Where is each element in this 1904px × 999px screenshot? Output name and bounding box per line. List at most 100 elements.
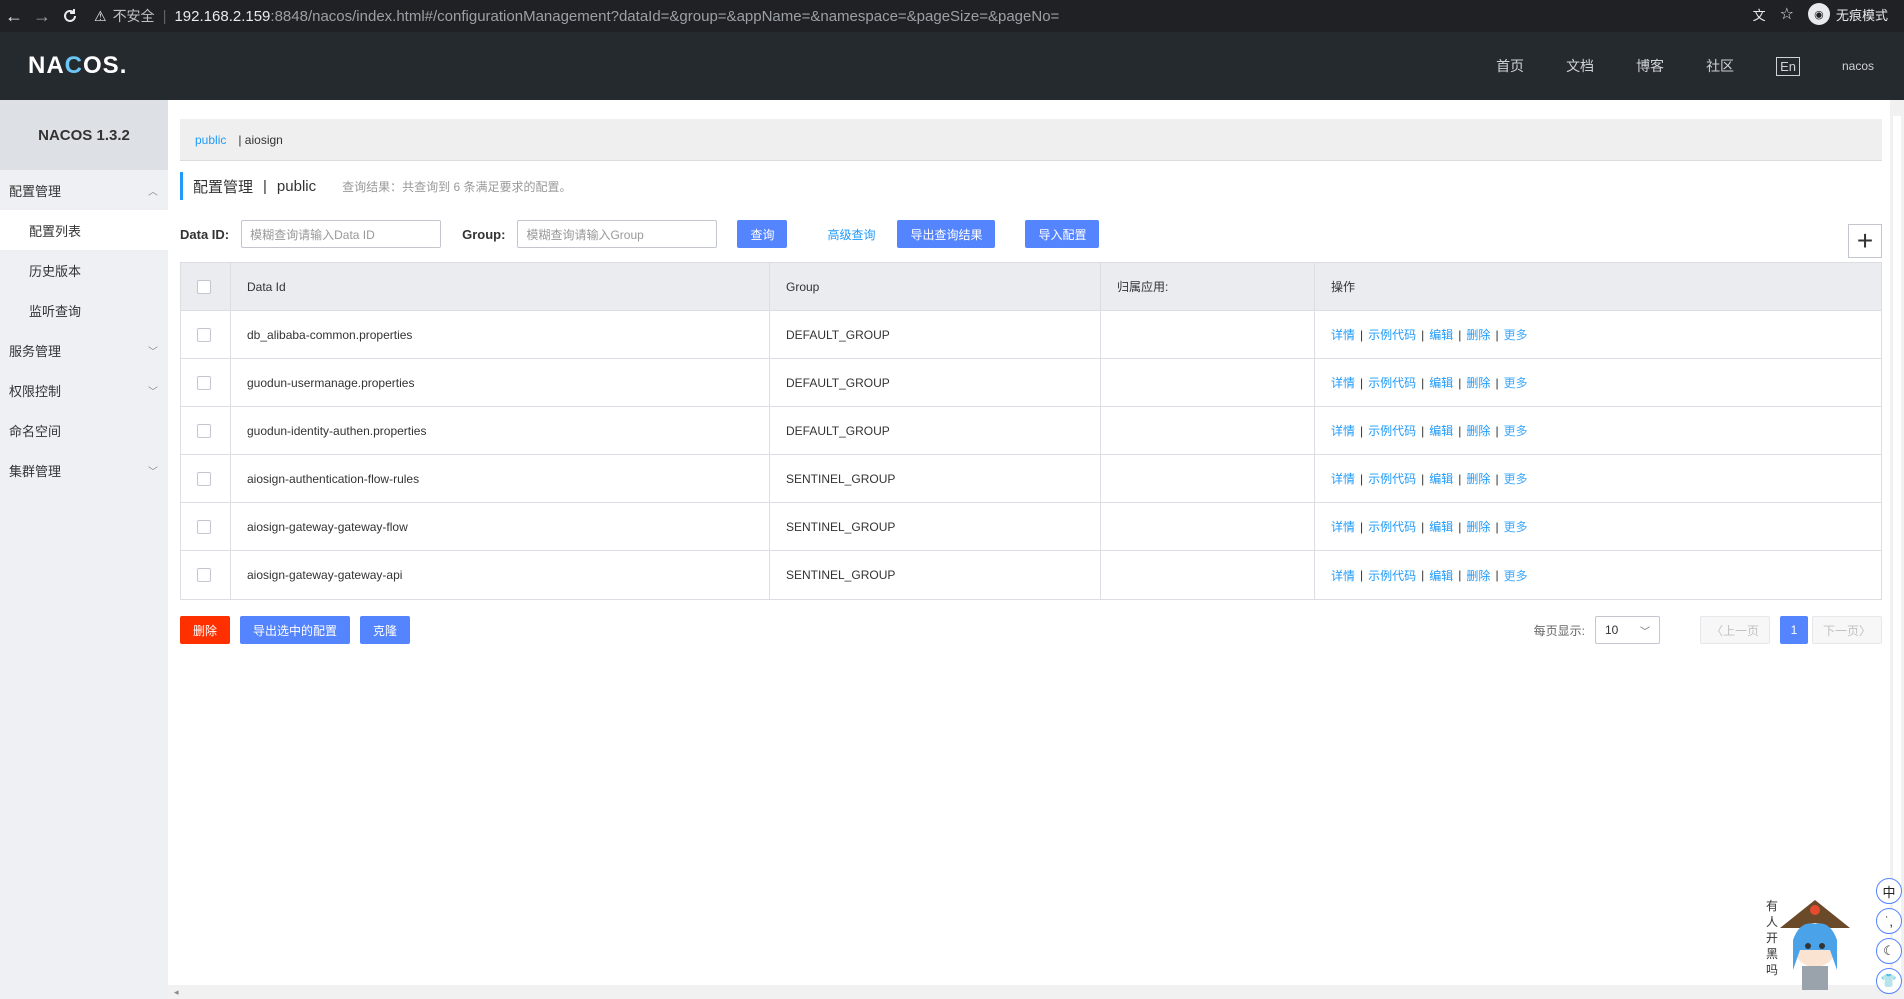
edit-link[interactable]: 编辑 bbox=[1429, 567, 1453, 584]
cell-app bbox=[1101, 455, 1315, 502]
header-ops: 操作 bbox=[1331, 280, 1356, 294]
row-checkbox[interactable] bbox=[197, 375, 211, 390]
data-id-input[interactable]: 模糊查询请输入Data ID bbox=[241, 220, 442, 248]
punctuation-icon[interactable]: ˙, bbox=[1876, 908, 1902, 934]
op-separator: | bbox=[1495, 375, 1499, 390]
language-toggle[interactable]: En bbox=[1776, 56, 1800, 76]
delete-link[interactable]: 删除 bbox=[1466, 567, 1490, 584]
menu-namespace[interactable]: 命名空间 bbox=[0, 410, 168, 450]
sample-code-link[interactable]: 示例代码 bbox=[1368, 326, 1416, 343]
menu-access-control[interactable]: 权限控制 ﹀ bbox=[0, 370, 168, 410]
user-menu[interactable]: nacos bbox=[1842, 59, 1874, 73]
cell-data-id: aiosign-gateway-gateway-flow bbox=[231, 503, 770, 550]
table-header: Data Id Group 归属应用: 操作 bbox=[181, 263, 1881, 311]
group-input[interactable]: 模糊查询请输入Group bbox=[517, 220, 718, 248]
shirt-icon[interactable]: 👕 bbox=[1876, 968, 1902, 994]
import-config-button[interactable]: 导入配置 bbox=[1025, 220, 1100, 248]
sample-code-link[interactable]: 示例代码 bbox=[1368, 470, 1416, 487]
row-checkbox[interactable] bbox=[197, 519, 211, 534]
row-checkbox[interactable] bbox=[197, 471, 211, 486]
sample-code-link[interactable]: 示例代码 bbox=[1368, 374, 1416, 391]
nav-home[interactable]: 首页 bbox=[1496, 56, 1524, 76]
detail-link[interactable]: 详情 bbox=[1331, 374, 1355, 391]
menu-config-list[interactable]: 配置列表 bbox=[0, 210, 168, 250]
page-1-button[interactable]: 1 bbox=[1779, 616, 1808, 644]
delete-link[interactable]: 删除 bbox=[1466, 326, 1490, 343]
detail-link[interactable]: 详情 bbox=[1331, 567, 1355, 584]
horizontal-scrollbar[interactable]: ◂ bbox=[168, 985, 1890, 999]
detail-link[interactable]: 详情 bbox=[1331, 326, 1355, 343]
prev-page-button[interactable]: 〈上一页 bbox=[1699, 616, 1770, 644]
edit-link[interactable]: 编辑 bbox=[1429, 518, 1453, 535]
delete-link[interactable]: 删除 bbox=[1466, 374, 1490, 391]
edit-link[interactable]: 编辑 bbox=[1429, 326, 1453, 343]
menu-config-management[interactable]: 配置管理 ︿ bbox=[0, 170, 168, 210]
edit-link[interactable]: 编辑 bbox=[1429, 374, 1453, 391]
vertical-scrollbar[interactable] bbox=[1890, 100, 1904, 999]
menu-service-management[interactable]: 服务管理 ﹀ bbox=[0, 330, 168, 370]
op-separator: | bbox=[1495, 423, 1499, 438]
op-separator: | bbox=[1458, 327, 1462, 342]
next-page-button[interactable]: 下一页〉 bbox=[1811, 616, 1882, 644]
edit-link[interactable]: 编辑 bbox=[1429, 470, 1453, 487]
delete-selected-button[interactable]: 删除 bbox=[180, 616, 230, 644]
delete-link[interactable]: 删除 bbox=[1466, 422, 1490, 439]
more-link[interactable]: 更多 bbox=[1504, 422, 1528, 439]
back-icon[interactable]: ← bbox=[0, 2, 28, 30]
more-link[interactable]: 更多 bbox=[1504, 326, 1528, 343]
advanced-query-link[interactable]: 高级查询 bbox=[827, 226, 875, 243]
sample-code-link[interactable]: 示例代码 bbox=[1368, 567, 1416, 584]
scrollbar-thumb[interactable] bbox=[1893, 116, 1901, 976]
edit-link[interactable]: 编辑 bbox=[1429, 422, 1453, 439]
nav-community[interactable]: 社区 bbox=[1706, 56, 1734, 76]
page-title-text: 配置管理 bbox=[193, 178, 254, 196]
nav-blog[interactable]: 博客 bbox=[1636, 56, 1664, 76]
query-button[interactable]: 查询 bbox=[737, 220, 788, 248]
detail-link[interactable]: 详情 bbox=[1331, 518, 1355, 535]
more-link[interactable]: 更多 bbox=[1504, 518, 1528, 535]
export-selected-button[interactable]: 导出选中的配置 bbox=[240, 616, 350, 644]
page-size-select[interactable]: 10 ﹀ bbox=[1594, 616, 1660, 644]
nav-docs[interactable]: 文档 bbox=[1566, 56, 1594, 76]
menu-history[interactable]: 历史版本 bbox=[0, 250, 168, 290]
row-checkbox[interactable] bbox=[197, 327, 211, 342]
detail-link[interactable]: 详情 bbox=[1331, 470, 1355, 487]
more-link[interactable]: 更多 bbox=[1504, 470, 1528, 487]
sample-code-link[interactable]: 示例代码 bbox=[1368, 422, 1416, 439]
namespace-public[interactable]: public bbox=[195, 133, 226, 147]
chinese-input-icon[interactable]: 中 bbox=[1876, 878, 1902, 904]
chevron-down-icon: ﹀ bbox=[148, 466, 158, 478]
op-separator: | bbox=[1421, 519, 1425, 534]
nacos-version: NACOS 1.3.2 bbox=[0, 100, 168, 170]
page-size-label: 每页显示: bbox=[1533, 623, 1585, 638]
prev-page-label: 上一页 bbox=[1722, 623, 1759, 638]
incognito-indicator[interactable]: ◉ 无痕模式 bbox=[1807, 3, 1888, 25]
star-icon[interactable]: ☆ bbox=[1780, 4, 1794, 24]
moon-icon[interactable]: ☾ bbox=[1876, 938, 1902, 964]
menu-cluster-management[interactable]: 集群管理 ﹀ bbox=[0, 450, 168, 490]
cell-group: SENTINEL_GROUP bbox=[770, 551, 1101, 599]
translate-icon[interactable]: 文 bbox=[1753, 5, 1766, 24]
forward-icon[interactable]: → bbox=[28, 2, 56, 30]
namespace-aiosign[interactable]: | aiosign bbox=[238, 133, 282, 147]
add-config-button[interactable]: + bbox=[1848, 224, 1882, 258]
scroll-left-icon[interactable]: ◂ bbox=[174, 987, 179, 997]
more-link[interactable]: 更多 bbox=[1504, 374, 1528, 391]
delete-link[interactable]: 删除 bbox=[1466, 518, 1490, 535]
row-checkbox[interactable] bbox=[197, 423, 211, 438]
row-checkbox[interactable] bbox=[197, 568, 211, 582]
row-select-cell bbox=[181, 455, 231, 502]
select-all-checkbox[interactable] bbox=[197, 279, 211, 294]
sample-code-link[interactable]: 示例代码 bbox=[1368, 518, 1416, 535]
delete-link[interactable]: 删除 bbox=[1466, 470, 1490, 487]
detail-link[interactable]: 详情 bbox=[1331, 422, 1355, 439]
address-bar[interactable]: ⚠ 不安全 | 192.168.2.159 :8848/nacos/index.… bbox=[94, 3, 1059, 29]
nacos-logo[interactable]: NACOS. bbox=[28, 52, 127, 80]
menu-listener-query[interactable]: 监听查询 bbox=[0, 290, 168, 330]
more-link[interactable]: 更多 bbox=[1504, 567, 1528, 584]
pagination: 每页显示: 10 ﹀ 〈上一页 1 下一页〉 bbox=[1534, 616, 1882, 644]
clone-button[interactable]: 克隆 bbox=[360, 616, 410, 644]
reload-icon[interactable] bbox=[56, 2, 84, 30]
incognito-icon: ◉ bbox=[1807, 3, 1830, 25]
export-results-button[interactable]: 导出查询结果 bbox=[897, 220, 996, 248]
